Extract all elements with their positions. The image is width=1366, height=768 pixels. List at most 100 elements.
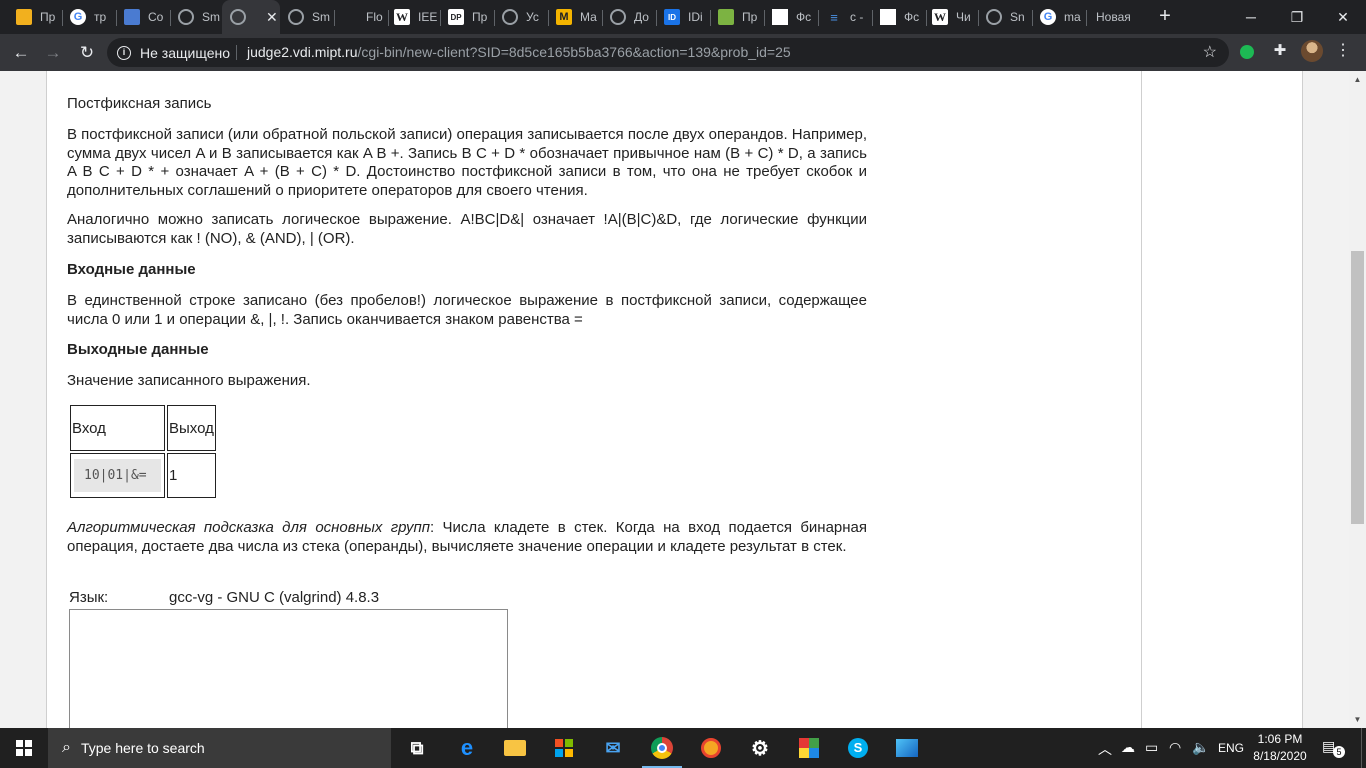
tab-title: Co: [148, 10, 164, 24]
tab-11[interactable]: До: [602, 0, 656, 34]
input-section-header: Входные данные: [67, 261, 196, 278]
mail-icon: ✉: [605, 737, 621, 758]
new-tab-button[interactable]: +: [1153, 5, 1177, 29]
folder-icon: [503, 736, 527, 760]
address-bar[interactable]: i Не защищено judge2.vdi.mipt.ru/cgi-bin…: [107, 38, 1229, 67]
yellow-bars-icon: [16, 9, 32, 25]
scrollbar-thumb[interactable]: [1351, 251, 1364, 524]
sample-input-code: 10|01|&=: [74, 459, 161, 492]
tab-1[interactable]: G тр: [62, 0, 116, 34]
volume-icon[interactable]: 🔈: [1192, 739, 1209, 756]
wikipedia-icon: W: [932, 9, 948, 25]
tab-12[interactable]: ID IDi: [656, 0, 710, 34]
tab-6[interactable]: Flo: [334, 0, 388, 34]
tab-17[interactable]: W Чи: [924, 0, 978, 34]
wifi-icon[interactable]: ◠: [1169, 739, 1181, 756]
extension-green-icon[interactable]: [1240, 45, 1254, 59]
system-clock[interactable]: 1:06 PM 8/18/2020: [1249, 731, 1311, 765]
tab-9[interactable]: Ус: [494, 0, 548, 34]
notification-center-icon[interactable]: ▤ 5: [1322, 738, 1345, 758]
mail-taskbar-button[interactable]: ✉: [589, 728, 637, 768]
algorithm-hint: Алгоритмическая подсказка для основных г…: [67, 519, 867, 556]
clock-date: 8/18/2020: [1253, 749, 1307, 763]
colorful-app-taskbar-button[interactable]: [785, 728, 833, 768]
bookmark-star-icon[interactable]: ☆: [1203, 38, 1217, 67]
reload-button[interactable]: ↻: [73, 39, 101, 67]
maximize-button[interactable]: ❐: [1274, 0, 1320, 34]
close-tab-icon[interactable]: ✕: [266, 9, 278, 26]
start-button[interactable]: [0, 728, 48, 768]
search-icon: ⌕: [62, 739, 71, 756]
scroll-up-arrow-icon[interactable]: ▲: [1349, 71, 1366, 88]
onedrive-cloud-icon[interactable]: ☁: [1121, 739, 1135, 756]
taskbar-search-box[interactable]: ⌕ Type here to search: [48, 728, 391, 768]
tab-16[interactable]: Фс: [872, 0, 926, 34]
store-taskbar-button[interactable]: [540, 728, 588, 768]
profile-avatar[interactable]: [1301, 40, 1323, 62]
tab-20[interactable]: Новая: [1086, 0, 1146, 34]
tab-title: Чи: [956, 10, 971, 24]
tray-expand-icon[interactable]: ︿: [1098, 739, 1112, 759]
settings-taskbar-button[interactable]: ⚙: [736, 728, 784, 768]
security-indicator[interactable]: i Не защищено: [117, 38, 230, 67]
close-window-button[interactable]: ✕: [1320, 0, 1366, 34]
task-view-button[interactable]: ⧉: [393, 728, 441, 768]
tab-8[interactable]: DP Пр: [440, 0, 494, 34]
tab-title: IEE: [418, 10, 438, 24]
clock-time: 1:06 PM: [1257, 732, 1303, 746]
back-button[interactable]: ←: [7, 39, 35, 67]
tab-13[interactable]: Пр: [710, 0, 764, 34]
tab-7[interactable]: W IEE: [386, 0, 440, 34]
tab-title: Sm: [312, 10, 330, 24]
scroll-down-arrow-icon[interactable]: ▼: [1349, 711, 1366, 728]
tab-15[interactable]: ≡ c -: [818, 0, 872, 34]
problem-statement-paragraph-2: Аналогично можно записать логическое выр…: [67, 211, 867, 247]
url-text[interactable]: judge2.vdi.mipt.ru/cgi-bin/new-client?SI…: [247, 38, 791, 67]
extensions-puzzle-icon[interactable]: ✚: [1270, 41, 1290, 61]
source-code-textarea[interactable]: [69, 609, 508, 728]
sample-tests-table: Вход Выход 10|01|&= 1: [68, 403, 218, 500]
photos-taskbar-button[interactable]: [883, 728, 931, 768]
url-host: judge2.vdi.mipt.ru: [247, 44, 358, 60]
tab-19[interactable]: G ma: [1032, 0, 1086, 34]
minimize-button[interactable]: ─: [1228, 0, 1274, 34]
tab-title: Пр: [40, 10, 56, 24]
tab-14[interactable]: Фс: [764, 0, 818, 34]
skype-taskbar-button[interactable]: S: [834, 728, 882, 768]
book-icon: [718, 9, 734, 25]
output-section-text: Значение записанного выражения.: [67, 372, 311, 389]
edge-taskbar-button[interactable]: e: [443, 728, 491, 768]
music-app-taskbar-button[interactable]: [687, 728, 735, 768]
google-icon: G: [1040, 9, 1056, 25]
gear-icon: ⚙: [751, 737, 769, 760]
skype-icon: S: [846, 736, 870, 760]
tab-10[interactable]: M Ма: [548, 0, 602, 34]
file-explorer-taskbar-button[interactable]: [491, 728, 539, 768]
tab-0[interactable]: Пр: [8, 0, 62, 34]
tab-3[interactable]: Sm: [170, 0, 224, 34]
language-value: gcc-vg - GNU C (valgrind) 4.8.3: [169, 589, 380, 606]
tab-title: Новая: [1096, 10, 1131, 24]
tab-4-active[interactable]: ✕: [222, 0, 280, 34]
input-language-indicator[interactable]: ENG: [1218, 741, 1244, 755]
show-desktop-button[interactable]: [1361, 728, 1362, 768]
tab-title: IDi: [688, 10, 703, 24]
photos-icon: [895, 736, 919, 760]
windows-logo-icon: [16, 740, 32, 756]
app-tiles-icon: [797, 736, 821, 760]
dp-icon: DP: [448, 9, 464, 25]
tab-title: Пр: [472, 10, 488, 24]
battery-icon[interactable]: ▭: [1145, 739, 1158, 756]
table-header-row: Вход Выход: [70, 405, 216, 451]
tab-5[interactable]: Sm: [280, 0, 334, 34]
forward-button[interactable]: →: [39, 39, 67, 67]
tab-2[interactable]: Co: [116, 0, 170, 34]
chrome-icon: [650, 736, 674, 760]
browser-menu-icon[interactable]: ⋮: [1333, 38, 1353, 64]
tab-title: ma: [1064, 10, 1081, 24]
chrome-taskbar-button[interactable]: [638, 728, 686, 768]
tab-18[interactable]: Sn: [978, 0, 1032, 34]
m-icon: M: [556, 9, 572, 25]
page-scrollbar[interactable]: ▲ ▼: [1349, 71, 1366, 728]
doc-icon: [880, 9, 896, 25]
